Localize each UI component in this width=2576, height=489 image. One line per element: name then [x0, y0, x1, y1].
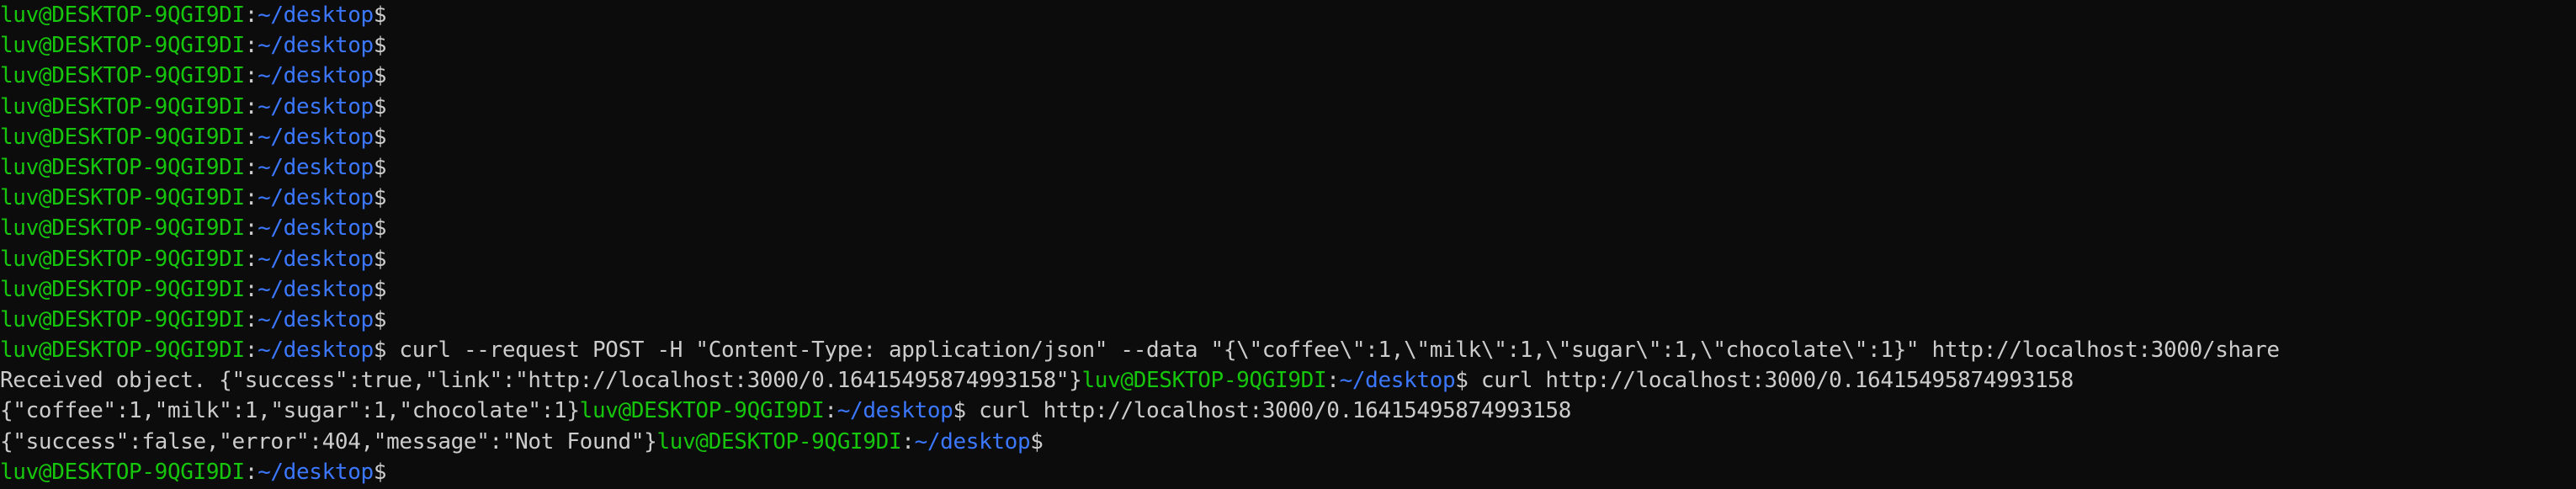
prompt-symbol: $ — [373, 154, 387, 180]
prompt-user-host: luv@DESKTOP-9QGI9DI — [0, 246, 245, 272]
prompt-symbol: $ — [373, 93, 387, 120]
prompt-user-host: luv@DESKTOP-9QGI9DI — [0, 63, 245, 89]
terminal-line: luv@DESKTOP-9QGI9DI:~/desktop$ — [0, 152, 2576, 183]
prompt-path: ~/desktop — [1339, 368, 1456, 394]
prompt-symbol: $ — [1455, 368, 1469, 394]
prompt-user-host: luv@DESKTOP-9QGI9DI — [0, 215, 245, 242]
terminal-line: {"success":false,"error":404,"message":"… — [0, 427, 2576, 457]
command-text: curl --request POST -H "Content-Type: ap… — [386, 338, 2280, 364]
prompt-path: ~/desktop — [258, 63, 374, 89]
prompt-symbol: $ — [373, 3, 387, 28]
prompt-user-host: luv@DESKTOP-9QGI9DI — [0, 306, 245, 332]
terminal-line: luv@DESKTOP-9QGI9DI:~/desktop$ — [0, 92, 2576, 122]
prompt-symbol: $ — [373, 459, 387, 485]
prompt-user-host: luv@DESKTOP-9QGI9DI — [0, 459, 245, 485]
prompt-symbol: $ — [373, 215, 387, 242]
prompt-user-host: luv@DESKTOP-9QGI9DI — [0, 93, 245, 120]
prompt-symbol: $ — [373, 276, 387, 302]
prompt-separator: : — [244, 215, 258, 242]
prompt-separator: : — [824, 398, 837, 424]
prompt-path: ~/desktop — [914, 428, 1031, 454]
prompt-symbol: $ — [373, 33, 387, 59]
prompt-user-host: luv@DESKTOP-9QGI9DI — [0, 185, 245, 211]
prompt-separator: : — [244, 459, 258, 485]
prompt-path: ~/desktop — [258, 33, 374, 59]
prompt-separator: : — [244, 276, 258, 302]
prompt-user-host: luv@DESKTOP-9QGI9DI — [656, 428, 902, 454]
terminal-line: luv@DESKTOP-9QGI9DI:~/desktop$ — [0, 457, 2576, 487]
prompt-separator: : — [244, 3, 258, 28]
prompt-path: ~/desktop — [258, 276, 374, 302]
prompt-separator: : — [1326, 368, 1340, 394]
prompt-path: ~/desktop — [258, 3, 374, 28]
prompt-user-host: luv@DESKTOP-9QGI9DI — [0, 276, 245, 302]
prompt-user-host: luv@DESKTOP-9QGI9DI — [1081, 368, 1327, 394]
prompt-user-host: luv@DESKTOP-9QGI9DI — [0, 338, 245, 364]
terminal-line: luv@DESKTOP-9QGI9DI:~/desktop$ — [0, 122, 2576, 152]
command-text: curl http://localhost:3000/0.16415495874… — [965, 398, 1572, 424]
prompt-user-host: luv@DESKTOP-9QGI9DI — [579, 398, 825, 424]
prompt-separator: : — [244, 154, 258, 180]
terminal-line: luv@DESKTOP-9QGI9DI:~/desktop$ — [0, 61, 2576, 91]
prompt-path: ~/desktop — [258, 93, 374, 120]
prompt-symbol: $ — [373, 306, 387, 332]
terminal-line: {"coffee":1,"milk":1,"sugar":1,"chocolat… — [0, 396, 2576, 426]
terminal-line: luv@DESKTOP-9QGI9DI:~/desktop$ — [0, 0, 2576, 30]
terminal-line: luv@DESKTOP-9QGI9DI:~/desktop$ — [0, 274, 2576, 305]
prompt-separator: : — [244, 33, 258, 59]
prompt-separator: : — [244, 338, 258, 364]
terminal-line: luv@DESKTOP-9QGI9DI:~/desktop$ — [0, 183, 2576, 213]
prompt-path: ~/desktop — [258, 459, 374, 485]
command-output: {"coffee":1,"milk":1,"sugar":1,"chocolat… — [0, 398, 580, 424]
prompt-path: ~/desktop — [258, 124, 374, 150]
prompt-separator: : — [244, 246, 258, 272]
prompt-path: ~/desktop — [837, 398, 953, 424]
terminal-line: luv@DESKTOP-9QGI9DI:~/desktop$ — [0, 305, 2576, 335]
prompt-path: ~/desktop — [258, 306, 374, 332]
prompt-user-host: luv@DESKTOP-9QGI9DI — [0, 3, 245, 28]
prompt-user-host: luv@DESKTOP-9QGI9DI — [0, 33, 245, 59]
prompt-path: ~/desktop — [258, 338, 374, 364]
terminal-line: luv@DESKTOP-9QGI9DI:~/desktop$ — [0, 30, 2576, 61]
command-text: curl http://localhost:3000/0.16415495874… — [1468, 368, 2074, 394]
terminal-line: luv@DESKTOP-9QGI9DI:~/desktop$ — [0, 213, 2576, 243]
prompt-separator: : — [244, 93, 258, 120]
prompt-user-host: luv@DESKTOP-9QGI9DI — [0, 154, 245, 180]
prompt-separator: : — [901, 428, 915, 454]
prompt-separator: : — [244, 306, 258, 332]
prompt-path: ~/desktop — [258, 185, 374, 211]
prompt-symbol: $ — [373, 246, 387, 272]
command-output: Received object. {"success":true,"link":… — [0, 368, 1082, 394]
prompt-path: ~/desktop — [258, 215, 374, 242]
terminal-line: luv@DESKTOP-9QGI9DI:~/desktop$ curl --re… — [0, 335, 2576, 365]
prompt-user-host: luv@DESKTOP-9QGI9DI — [0, 124, 245, 150]
prompt-separator: : — [244, 63, 258, 89]
command-output: {"success":false,"error":404,"message":"… — [0, 428, 657, 454]
prompt-symbol: $ — [373, 63, 387, 89]
prompt-symbol: $ — [373, 124, 387, 150]
prompt-separator: : — [244, 124, 258, 150]
prompt-path: ~/desktop — [258, 154, 374, 180]
prompt-separator: : — [244, 185, 258, 211]
prompt-path: ~/desktop — [258, 246, 374, 272]
prompt-symbol: $ — [953, 398, 966, 424]
terminal-window[interactable]: luv@DESKTOP-9QGI9DI:~/desktop$ luv@DESKTO… — [0, 0, 2576, 489]
prompt-symbol: $ — [373, 185, 387, 211]
prompt-symbol: $ — [373, 338, 387, 364]
terminal-line: luv@DESKTOP-9QGI9DI:~/desktop$ — [0, 244, 2576, 274]
terminal-line: Received object. {"success":true,"link":… — [0, 365, 2576, 396]
prompt-symbol: $ — [1030, 428, 1044, 454]
